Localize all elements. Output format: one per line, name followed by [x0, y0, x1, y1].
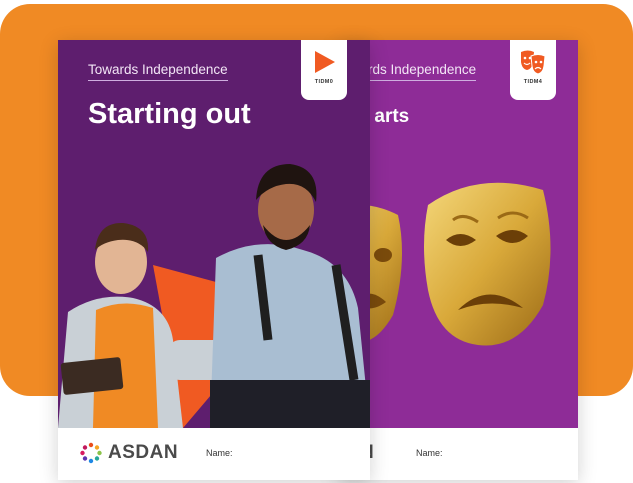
- play-icon: [315, 51, 335, 73]
- book-title: Starting out: [88, 98, 251, 130]
- gold-theatre-masks-image: [338, 182, 551, 346]
- name-label: Name:: [416, 448, 443, 458]
- subject-badge: TIDM0: [301, 40, 347, 100]
- badge-code: TIDM0: [314, 79, 334, 85]
- book-performing-arts: ntowards Independence hing arts TIDM4: [338, 40, 578, 480]
- asdan-logo-icon: [80, 442, 102, 464]
- series-label: Towards Independence: [88, 62, 228, 81]
- name-label: Name:: [206, 448, 233, 458]
- book-footer: ASDAN Name:: [58, 428, 370, 480]
- asdan-logo: ASDAN: [80, 442, 178, 464]
- book-starting-out: Towards Independence Starting out TIDM0 …: [58, 40, 370, 480]
- book-cover: Towards Independence Starting out TIDM0: [58, 40, 370, 428]
- book-footer: N Name:: [338, 428, 578, 480]
- book-cover: ntowards Independence hing arts TIDM4: [338, 40, 578, 428]
- brand-name: ASDAN: [108, 442, 179, 463]
